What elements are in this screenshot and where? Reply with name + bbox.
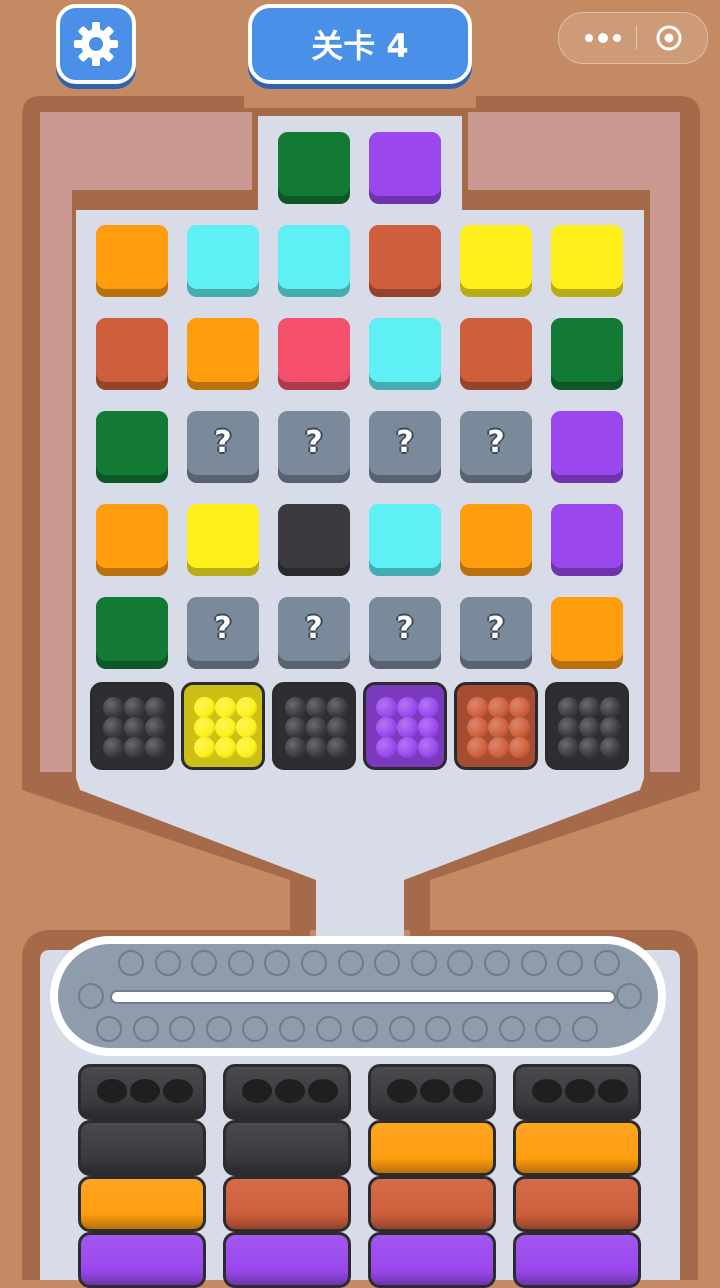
tray-black[interactable]: [78, 1064, 206, 1120]
tray-hole: [420, 1079, 450, 1103]
tray-hole: [565, 1079, 595, 1103]
tray-hole: [97, 1079, 127, 1103]
tray-black: [223, 1120, 351, 1176]
tray-hole: [532, 1079, 562, 1103]
tray-black: [78, 1120, 206, 1176]
tray-orange: [78, 1176, 206, 1232]
tray-hole: [308, 1079, 338, 1103]
tray-hole: [387, 1079, 417, 1103]
tray-hole: [275, 1079, 305, 1103]
tray-orange: [368, 1120, 496, 1176]
tray-brown: [223, 1176, 351, 1232]
tray-brown: [368, 1176, 496, 1232]
tray-black[interactable]: [223, 1064, 351, 1120]
tray-hole: [598, 1079, 628, 1103]
tray-columns: [0, 0, 720, 1288]
tray-brown: [513, 1176, 641, 1232]
tray-hole: [453, 1079, 483, 1103]
tray-hole: [163, 1079, 193, 1103]
tray-black[interactable]: [513, 1064, 641, 1120]
tray-black[interactable]: [368, 1064, 496, 1120]
tray-hole: [242, 1079, 272, 1103]
tray-orange: [513, 1120, 641, 1176]
tray-hole: [130, 1079, 160, 1103]
